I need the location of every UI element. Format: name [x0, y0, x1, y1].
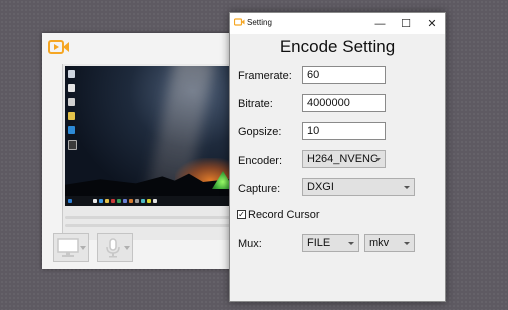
timeline-bar: [65, 224, 242, 227]
dialog-titlebar: Setting — ☐ ✕: [230, 13, 445, 34]
gopsize-input[interactable]: 10: [302, 122, 386, 140]
timeline-bar: [65, 216, 242, 219]
capture-value: DXGI: [307, 181, 334, 193]
desktop-icon: [68, 70, 75, 78]
audio-source-button[interactable]: [97, 233, 133, 262]
recorder-window: [42, 33, 242, 269]
dialog-title: Setting: [247, 18, 272, 27]
video-camera-icon: [234, 18, 245, 26]
video-camera-icon: [48, 40, 69, 54]
mux-container-select[interactable]: mkv: [364, 234, 415, 252]
gopsize-label: Gopsize:: [238, 126, 282, 138]
chevron-down-icon: [375, 158, 381, 161]
desktop-icon: [68, 140, 77, 150]
desktop-icon: [68, 126, 75, 134]
bitrate-input[interactable]: 4000000: [302, 94, 386, 112]
desktop-preview-image: [65, 66, 242, 206]
desktop-icon: [68, 98, 75, 106]
close-button[interactable]: ✕: [419, 13, 445, 34]
maximize-button[interactable]: ☐: [393, 13, 419, 34]
taskbar: [65, 196, 242, 206]
minimize-button[interactable]: —: [367, 13, 393, 34]
capture-label: Capture:: [238, 183, 281, 195]
mux-container-value: mkv: [369, 237, 390, 249]
microphone-icon: [106, 238, 120, 258]
bitrate-label: Bitrate:: [238, 98, 273, 110]
settings-dialog: Setting — ☐ ✕ Encode Setting Framerate: …: [229, 12, 446, 302]
framerate-label: Framerate:: [238, 70, 292, 82]
chevron-down-icon: [404, 242, 410, 245]
chevron-down-icon: [404, 186, 410, 189]
close-icon: ✕: [427, 18, 437, 30]
maximize-icon: ☐: [401, 18, 411, 30]
page-title: Encode Setting: [279, 37, 396, 56]
chevron-down-icon: [348, 242, 354, 245]
mux-format-value: FILE: [307, 237, 331, 249]
mux-format-select[interactable]: FILE: [302, 234, 359, 252]
framerate-input[interactable]: 60: [302, 66, 386, 84]
record-cursor-checkbox[interactable]: ✓: [237, 210, 246, 219]
chevron-down-icon: [80, 246, 86, 250]
chevron-down-icon: [124, 246, 130, 250]
mux-label: Mux:: [238, 238, 262, 250]
encoder-label: Encoder:: [238, 155, 283, 167]
screen-source-button[interactable]: [53, 233, 89, 262]
desktop-icon: [68, 84, 75, 92]
desktop-icon: [68, 112, 75, 120]
capture-select[interactable]: DXGI: [302, 178, 415, 196]
monitor-icon: [57, 238, 79, 257]
encoder-select[interactable]: H264_NVENC: [302, 150, 386, 168]
minimize-icon: —: [374, 17, 386, 30]
screen-preview: [62, 64, 242, 240]
record-cursor-label: Record Cursor: [248, 209, 320, 221]
encoder-value: H264_NVENC: [307, 153, 378, 165]
